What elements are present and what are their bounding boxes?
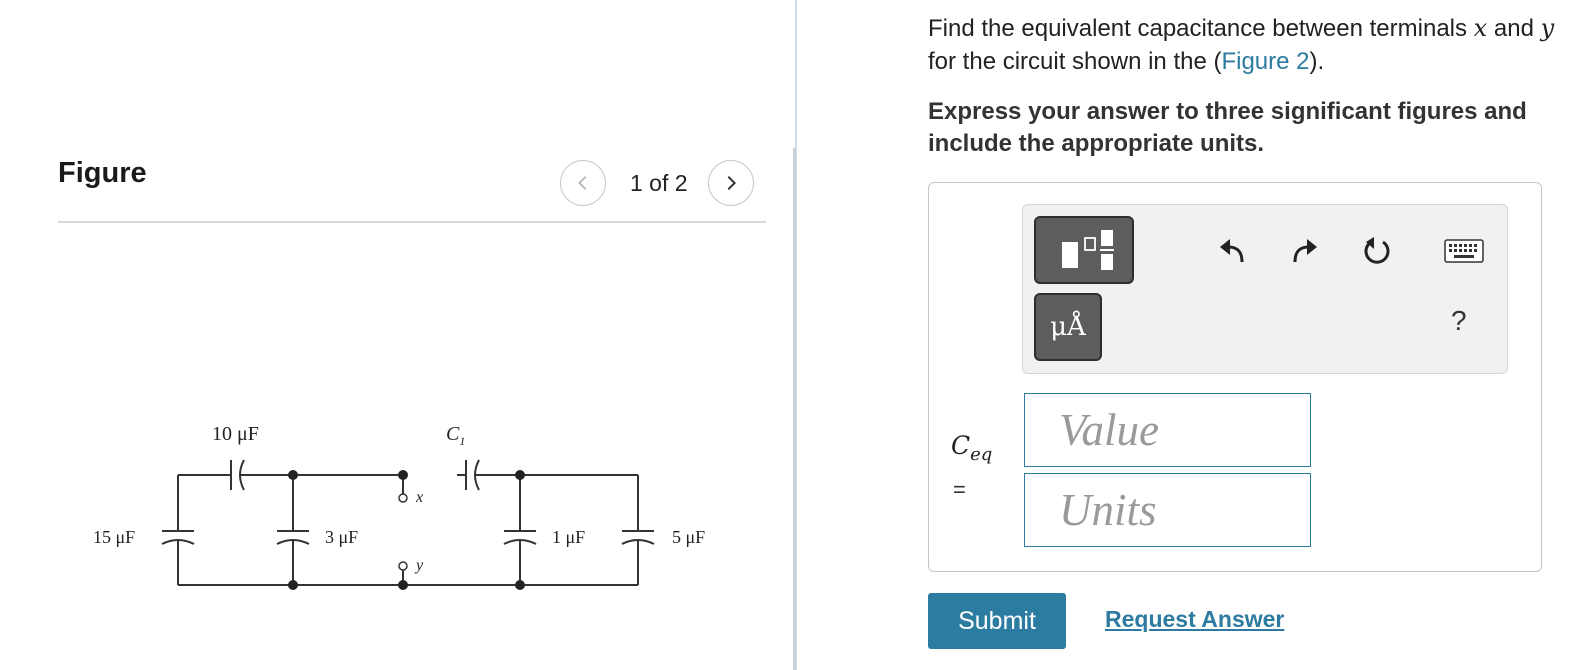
- undo-button[interactable]: [1215, 233, 1251, 269]
- request-answer-link[interactable]: Request Answer: [1105, 606, 1284, 633]
- answer-label: Ceq: [951, 431, 993, 465]
- reset-icon: [1364, 237, 1390, 264]
- units-button[interactable]: μÅ: [1034, 293, 1102, 361]
- terminal-x: [398, 493, 408, 503]
- help-button[interactable]: ?: [1451, 305, 1467, 337]
- label-1uf: 1 μF: [552, 527, 585, 547]
- label-15uf: 15 μF: [93, 527, 135, 547]
- redo-icon: [1293, 239, 1317, 263]
- keyboard-button[interactable]: [1443, 233, 1485, 269]
- chevron-right-icon: [727, 175, 736, 191]
- figure-link[interactable]: Figure 2: [1221, 48, 1309, 75]
- undo-icon: [1220, 239, 1244, 263]
- label-c1: C1: [446, 423, 465, 448]
- figure-title: Figure: [58, 157, 147, 189]
- figure-pager: 1 of 2: [560, 160, 754, 206]
- templates-icon: [1062, 230, 1114, 270]
- keyboard-icon: [1444, 239, 1484, 263]
- label-3uf: 3 μF: [325, 527, 358, 547]
- submit-button[interactable]: Submit: [928, 593, 1066, 649]
- value-input[interactable]: [1024, 393, 1311, 467]
- figure-panel: Figure 1 of 2 10 μF C1 15 μF 3 μF 1 μF 5…: [0, 0, 795, 670]
- templates-button[interactable]: [1034, 216, 1134, 284]
- pane-resize-handle[interactable]: [793, 148, 796, 670]
- reset-button[interactable]: [1359, 233, 1395, 269]
- answer-box: μÅ ? Ceq = Value Units: [928, 182, 1542, 572]
- question-text: Find the equivalent capacitance between …: [928, 14, 1555, 75]
- variable-y: y: [1540, 14, 1555, 42]
- question-panel: Find the equivalent capacitance between …: [797, 0, 1576, 670]
- math-toolbar: μÅ ?: [1022, 204, 1508, 374]
- label-5uf: 5 μF: [672, 527, 705, 547]
- page-count: 1 of 2: [630, 169, 688, 196]
- instruction-text: Express your answer to three significant…: [928, 98, 1527, 157]
- figure-divider: [58, 221, 766, 223]
- circuit-diagram: 10 μF C1 15 μF 3 μF 1 μF 5 μF x y: [93, 423, 705, 590]
- redo-button[interactable]: [1286, 233, 1322, 269]
- variable-x: x: [1473, 14, 1488, 42]
- label-x: x: [415, 489, 423, 506]
- equals-sign: =: [953, 477, 966, 502]
- units-input[interactable]: [1024, 473, 1311, 547]
- previous-figure-button[interactable]: [560, 160, 606, 206]
- terminal-y: [398, 561, 408, 571]
- label-y: y: [414, 557, 424, 574]
- chevron-left-icon: [578, 176, 587, 190]
- next-figure-button[interactable]: [707, 160, 754, 206]
- label-10uf: 10 μF: [212, 423, 259, 445]
